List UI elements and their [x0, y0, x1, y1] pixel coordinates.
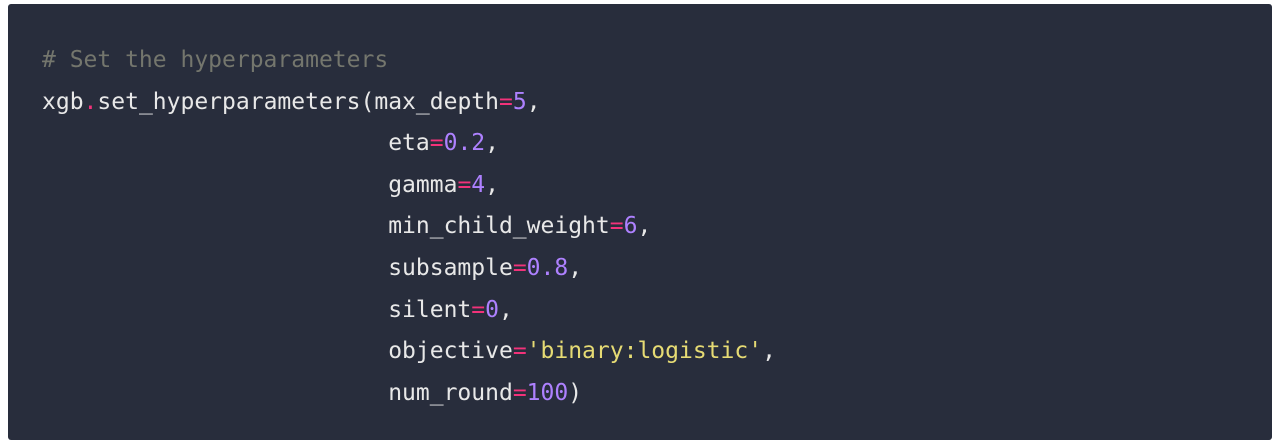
code-block: # Set the hyperparameters xgb.set_hyperpa… [8, 4, 1272, 440]
code-dot: . [83, 88, 98, 115]
code-line-param: silent=0, [42, 290, 776, 332]
param-value: 5 [512, 88, 527, 115]
param-suffix: , [762, 338, 776, 365]
param-name: eta [388, 130, 430, 157]
code-line-comment: # Set the hyperparameters [42, 40, 776, 82]
code-line-param: subsample=0.8, [42, 248, 776, 290]
param-equals: = [457, 171, 472, 198]
param-value: 0.8 [526, 254, 569, 281]
code-listing: # Set the hyperparameters xgb.set_hyperpa… [42, 40, 776, 414]
code-line-param: num_round=100) [42, 373, 776, 415]
param-name: silent [388, 296, 472, 323]
param-suffix: ) [568, 379, 583, 406]
param-suffix: , [485, 171, 500, 198]
param-value: 0.2 [443, 130, 486, 157]
param-equals: = [512, 254, 527, 281]
param-equals: = [512, 379, 527, 406]
param-suffix: , [568, 254, 583, 281]
code-line-call: xgb.set_hyperparameters(max_depth=5, [42, 82, 776, 124]
param-name: max_depth [374, 88, 499, 115]
param-equals: = [498, 88, 513, 115]
param-name: subsample [388, 254, 513, 281]
param-name: gamma [388, 171, 458, 198]
code-object: xgb [42, 88, 84, 115]
param-suffix: , [637, 213, 652, 240]
param-suffix: , [499, 296, 513, 323]
code-comment: # Set the hyperparameters [42, 47, 389, 73]
param-value: 'binary:logistic' [526, 338, 763, 365]
param-equals: = [609, 213, 624, 240]
param-value: 100 [526, 379, 569, 406]
param-value: 6 [623, 213, 638, 240]
param-name: min_child_weight [388, 213, 610, 240]
code-method: set_hyperparameters( [97, 88, 375, 115]
param-value: 4 [471, 171, 486, 198]
code-line-param: eta=0.2, [42, 123, 776, 165]
param-equals: = [471, 296, 486, 323]
param-suffix: , [526, 88, 541, 115]
code-line-param: gamma=4, [42, 165, 776, 207]
param-suffix: , [485, 130, 499, 157]
param-name: num_round [388, 379, 513, 406]
code-line-param: objective='binary:logistic', [42, 331, 776, 373]
param-name: objective [388, 338, 513, 365]
code-line-param: min_child_weight=6, [42, 206, 776, 248]
param-equals: = [429, 130, 444, 157]
param-equals: = [512, 338, 527, 365]
param-value: 0 [485, 296, 499, 323]
